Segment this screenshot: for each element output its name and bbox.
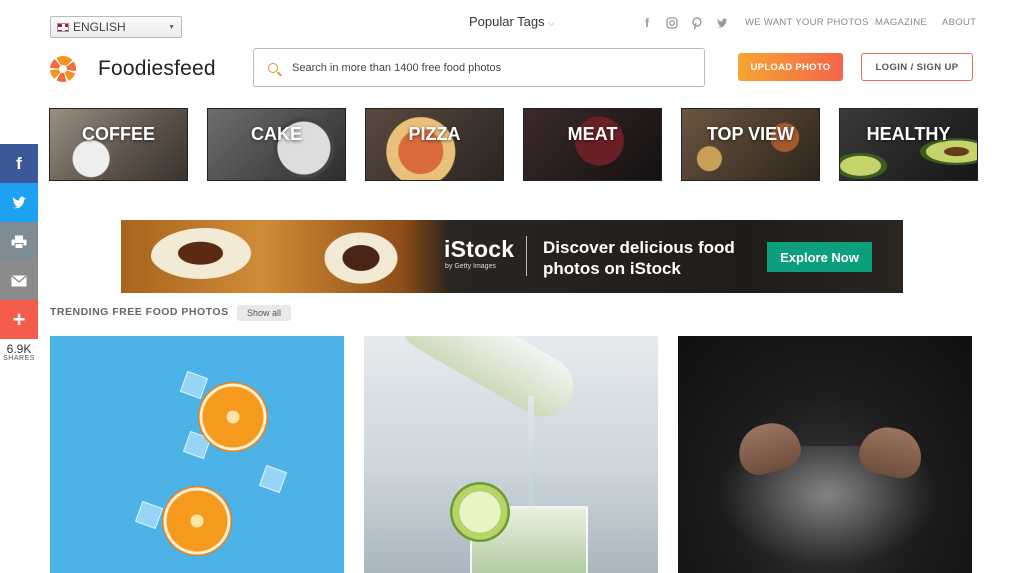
category-meat[interactable]: MEAT bbox=[523, 108, 662, 181]
language-label: ENGLISH bbox=[73, 20, 126, 34]
page: ENGLISH ▼ Popular Tags ⌵ f WE WANT YOUR P… bbox=[0, 0, 1024, 573]
category-label: MEAT bbox=[567, 124, 618, 144]
share-facebook-button[interactable]: f bbox=[0, 144, 38, 183]
category-cake[interactable]: CAKE bbox=[207, 108, 346, 181]
twitter-icon[interactable] bbox=[715, 16, 729, 30]
ad-message: Discover delicious food photos on iStock bbox=[543, 238, 735, 278]
share-twitter-button[interactable] bbox=[0, 183, 38, 222]
nav-magazine[interactable]: MAGAZINE bbox=[875, 17, 927, 28]
facebook-icon[interactable]: f bbox=[640, 16, 654, 30]
orange-slice bbox=[162, 486, 232, 556]
share-sidebar: f + 6.9K SHARES bbox=[0, 144, 38, 362]
istock-ad-banner[interactable]: iStock by Getty Images Discover deliciou… bbox=[121, 220, 903, 293]
plus-icon: + bbox=[12, 306, 26, 332]
popular-tags-menu[interactable]: Popular Tags ⌵ bbox=[469, 14, 554, 29]
search-icon bbox=[268, 62, 278, 73]
logo-icon bbox=[50, 56, 76, 82]
share-count: 6.9K bbox=[6, 342, 32, 356]
upload-photo-button[interactable]: UPLOAD PHOTO bbox=[738, 53, 843, 81]
social-icons: f bbox=[640, 16, 729, 30]
ice-cube bbox=[134, 500, 164, 530]
instagram-icon[interactable] bbox=[665, 16, 679, 30]
email-icon bbox=[11, 274, 27, 286]
category-label: COFFEE bbox=[81, 124, 155, 144]
trending-title: TRENDING FREE FOOD PHOTOS bbox=[50, 306, 229, 318]
share-more-button[interactable]: + bbox=[0, 300, 38, 339]
facebook-icon: f bbox=[16, 153, 22, 173]
twitter-icon bbox=[12, 196, 26, 208]
ad-brand-sub: by Getty Images bbox=[445, 263, 496, 270]
share-count-label: SHARES bbox=[3, 355, 35, 362]
ad-food-image bbox=[321, 230, 401, 286]
ice-cube bbox=[179, 370, 209, 400]
ad-divider bbox=[526, 236, 527, 276]
search-input[interactable] bbox=[292, 61, 672, 74]
brand-name: Foodiesfeed bbox=[98, 57, 216, 80]
show-all-button[interactable]: Show all bbox=[237, 305, 291, 321]
bottle bbox=[389, 336, 585, 428]
category-label: TOP VIEW bbox=[706, 124, 795, 144]
ad-brand-logo: iStock bbox=[444, 236, 515, 262]
uk-flag-icon bbox=[57, 22, 69, 32]
ad-food-image bbox=[151, 228, 261, 284]
chevron-down-icon: ⌵ bbox=[547, 18, 555, 28]
nav-about[interactable]: ABOUT bbox=[942, 17, 976, 28]
pinterest-icon[interactable] bbox=[690, 16, 704, 30]
photo-oranges[interactable] bbox=[50, 336, 344, 573]
photo-pouring-water[interactable] bbox=[364, 336, 658, 573]
printer-icon bbox=[11, 235, 27, 249]
category-coffee[interactable]: COFFEE bbox=[49, 108, 188, 181]
category-pizza[interactable]: PIZZA bbox=[365, 108, 504, 181]
search-box bbox=[253, 48, 705, 87]
category-label: CAKE bbox=[250, 124, 302, 144]
photo-flour-hands[interactable] bbox=[678, 336, 972, 573]
category-healthy[interactable]: HEALTHY bbox=[839, 108, 978, 181]
orange-slice bbox=[198, 382, 268, 452]
language-select[interactable]: ENGLISH ▼ bbox=[50, 16, 182, 38]
ice-cube bbox=[258, 464, 288, 494]
lime-slice bbox=[450, 482, 510, 542]
category-tiles: COFFEE CAKE PIZZA MEAT TOP VIEW HEALTHY bbox=[49, 108, 978, 181]
popular-tags-label: Popular Tags bbox=[469, 14, 545, 29]
share-print-button[interactable] bbox=[0, 222, 38, 261]
category-label: HEALTHY bbox=[866, 124, 951, 144]
login-signup-button[interactable]: LOGIN / SIGN UP bbox=[861, 53, 973, 81]
caret-down-icon: ▼ bbox=[168, 24, 175, 31]
category-top-view[interactable]: TOP VIEW bbox=[681, 108, 820, 181]
site-logo[interactable]: Foodiesfeed bbox=[50, 56, 216, 82]
category-label: PIZZA bbox=[408, 124, 461, 144]
nav-we-want-your-photos[interactable]: WE WANT YOUR PHOTOS bbox=[745, 17, 869, 28]
share-email-button[interactable] bbox=[0, 261, 38, 300]
explore-now-button[interactable]: Explore Now bbox=[767, 242, 872, 272]
